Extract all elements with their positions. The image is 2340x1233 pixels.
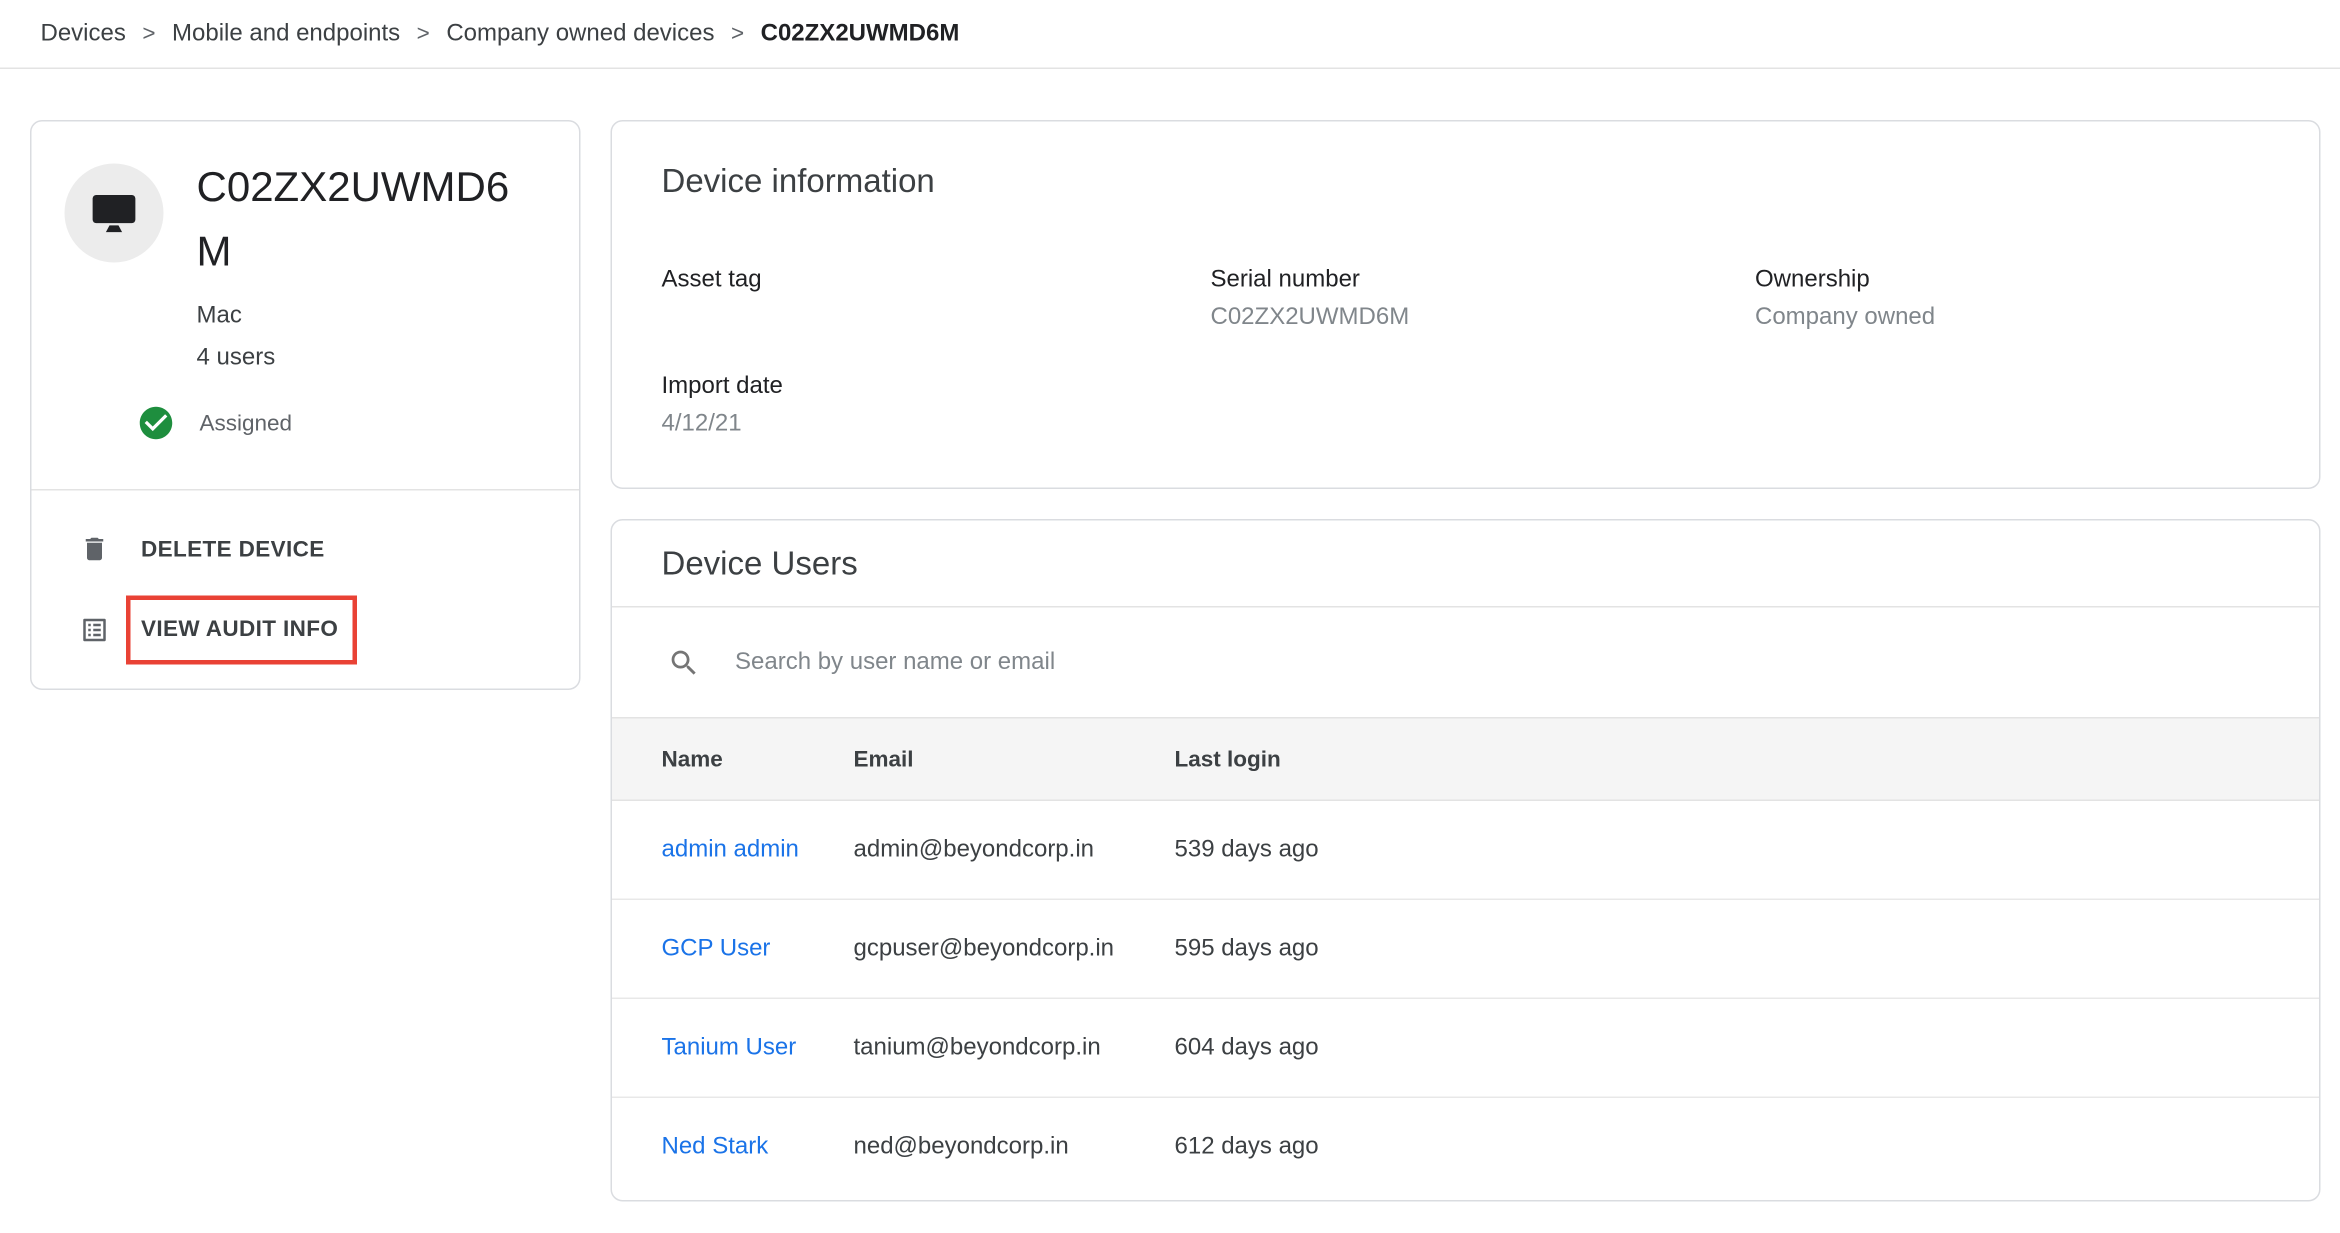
user-name-link[interactable]: Ned Stark <box>662 1134 854 1161</box>
user-last-login: 539 days ago <box>1175 836 2320 863</box>
device-users-header: Device Users <box>612 521 2319 608</box>
breadcrumb-item-current-device: C02ZX2UWMD6M <box>761 20 960 47</box>
column-header-last-login: Last login <box>1175 746 2320 772</box>
breadcrumb-item-mobile-endpoints[interactable]: Mobile and endpoints <box>172 20 400 47</box>
table-row: Tanium User tanium@beyondcorp.in 604 day… <box>612 999 2319 1098</box>
user-email: ned@beyondcorp.in <box>854 1134 1175 1161</box>
field-label: Ownership <box>1755 263 2250 299</box>
user-email: admin@beyondcorp.in <box>854 836 1175 863</box>
field-value: 4/12/21 <box>662 405 1157 444</box>
device-summary-card: C02ZX2UWMD6M Mac 4 users Assigned DELETE… <box>30 120 581 690</box>
device-information-card: Device information Asset tag Serial numb… <box>611 120 2321 489</box>
field-serial-number: Serial number C02ZX2UWMD6M <box>1211 263 1706 338</box>
users-table-header: Name Email Last login <box>612 719 2319 802</box>
user-last-login: 612 days ago <box>1175 1134 2320 1161</box>
table-row: Ned Stark ned@beyondcorp.in 612 days ago <box>612 1098 2319 1197</box>
field-label: Import date <box>662 369 1157 405</box>
user-last-login: 604 days ago <box>1175 1034 2320 1061</box>
user-last-login: 595 days ago <box>1175 935 2320 962</box>
delete-device-button[interactable]: DELETE DEVICE <box>32 519 580 579</box>
chevron-right-icon: > <box>142 21 155 47</box>
column-header-name: Name <box>662 746 854 772</box>
page-root: Devices > Mobile and endpoints > Company… <box>0 0 2340 1233</box>
field-import-date: Import date 4/12/21 <box>662 369 1157 444</box>
desktop-icon <box>87 186 141 240</box>
view-audit-info-button[interactable]: VIEW AUDIT INFO <box>32 593 580 668</box>
status-badge: Assigned <box>200 410 293 436</box>
search-icon <box>668 646 701 679</box>
device-users-title: Device Users <box>662 544 858 583</box>
device-users-count: 4 users <box>197 342 276 375</box>
breadcrumb: Devices > Mobile and endpoints > Company… <box>0 0 2340 69</box>
user-name-link[interactable]: admin admin <box>662 836 854 863</box>
chevron-right-icon: > <box>731 21 744 47</box>
device-users-card: Device Users Name Email Last login admin… <box>611 519 2321 1202</box>
view-audit-info-label: VIEW AUDIT INFO <box>141 617 338 643</box>
chevron-right-icon: > <box>417 21 430 47</box>
check-circle-icon <box>137 404 176 443</box>
card-divider <box>32 489 580 491</box>
device-information-title: Device information <box>662 162 935 201</box>
breadcrumb-item-devices[interactable]: Devices <box>41 20 126 47</box>
search-input[interactable] <box>732 647 1812 677</box>
table-row: admin admin admin@beyondcorp.in 539 days… <box>612 801 2319 900</box>
field-ownership: Ownership Company owned <box>1755 263 2250 338</box>
user-name-link[interactable]: Tanium User <box>662 1034 854 1061</box>
device-platform: Mac <box>197 300 242 333</box>
field-label: Asset tag <box>662 263 1157 299</box>
field-label: Serial number <box>1211 263 1706 299</box>
user-email: gcpuser@beyondcorp.in <box>854 935 1175 962</box>
column-header-email: Email <box>854 746 1175 772</box>
list-icon <box>80 615 110 645</box>
device-avatar <box>65 164 164 263</box>
field-value: Company owned <box>1755 299 2250 338</box>
user-search-bar <box>612 608 2319 719</box>
field-value: C02ZX2UWMD6M <box>1211 299 1706 338</box>
delete-device-label: DELETE DEVICE <box>141 536 325 562</box>
audit-highlight-annotation: VIEW AUDIT INFO <box>126 596 356 665</box>
device-status: Assigned <box>137 404 293 443</box>
user-name-link[interactable]: GCP User <box>662 935 854 962</box>
field-asset-tag: Asset tag <box>662 263 1157 338</box>
table-row: GCP User gcpuser@beyondcorp.in 595 days … <box>612 900 2319 999</box>
device-title: C02ZX2UWMD6M <box>197 155 533 284</box>
field-value <box>662 299 1157 338</box>
user-email: tanium@beyondcorp.in <box>854 1034 1175 1061</box>
trash-icon <box>80 534 110 564</box>
breadcrumb-item-company-owned-devices[interactable]: Company owned devices <box>446 20 714 47</box>
